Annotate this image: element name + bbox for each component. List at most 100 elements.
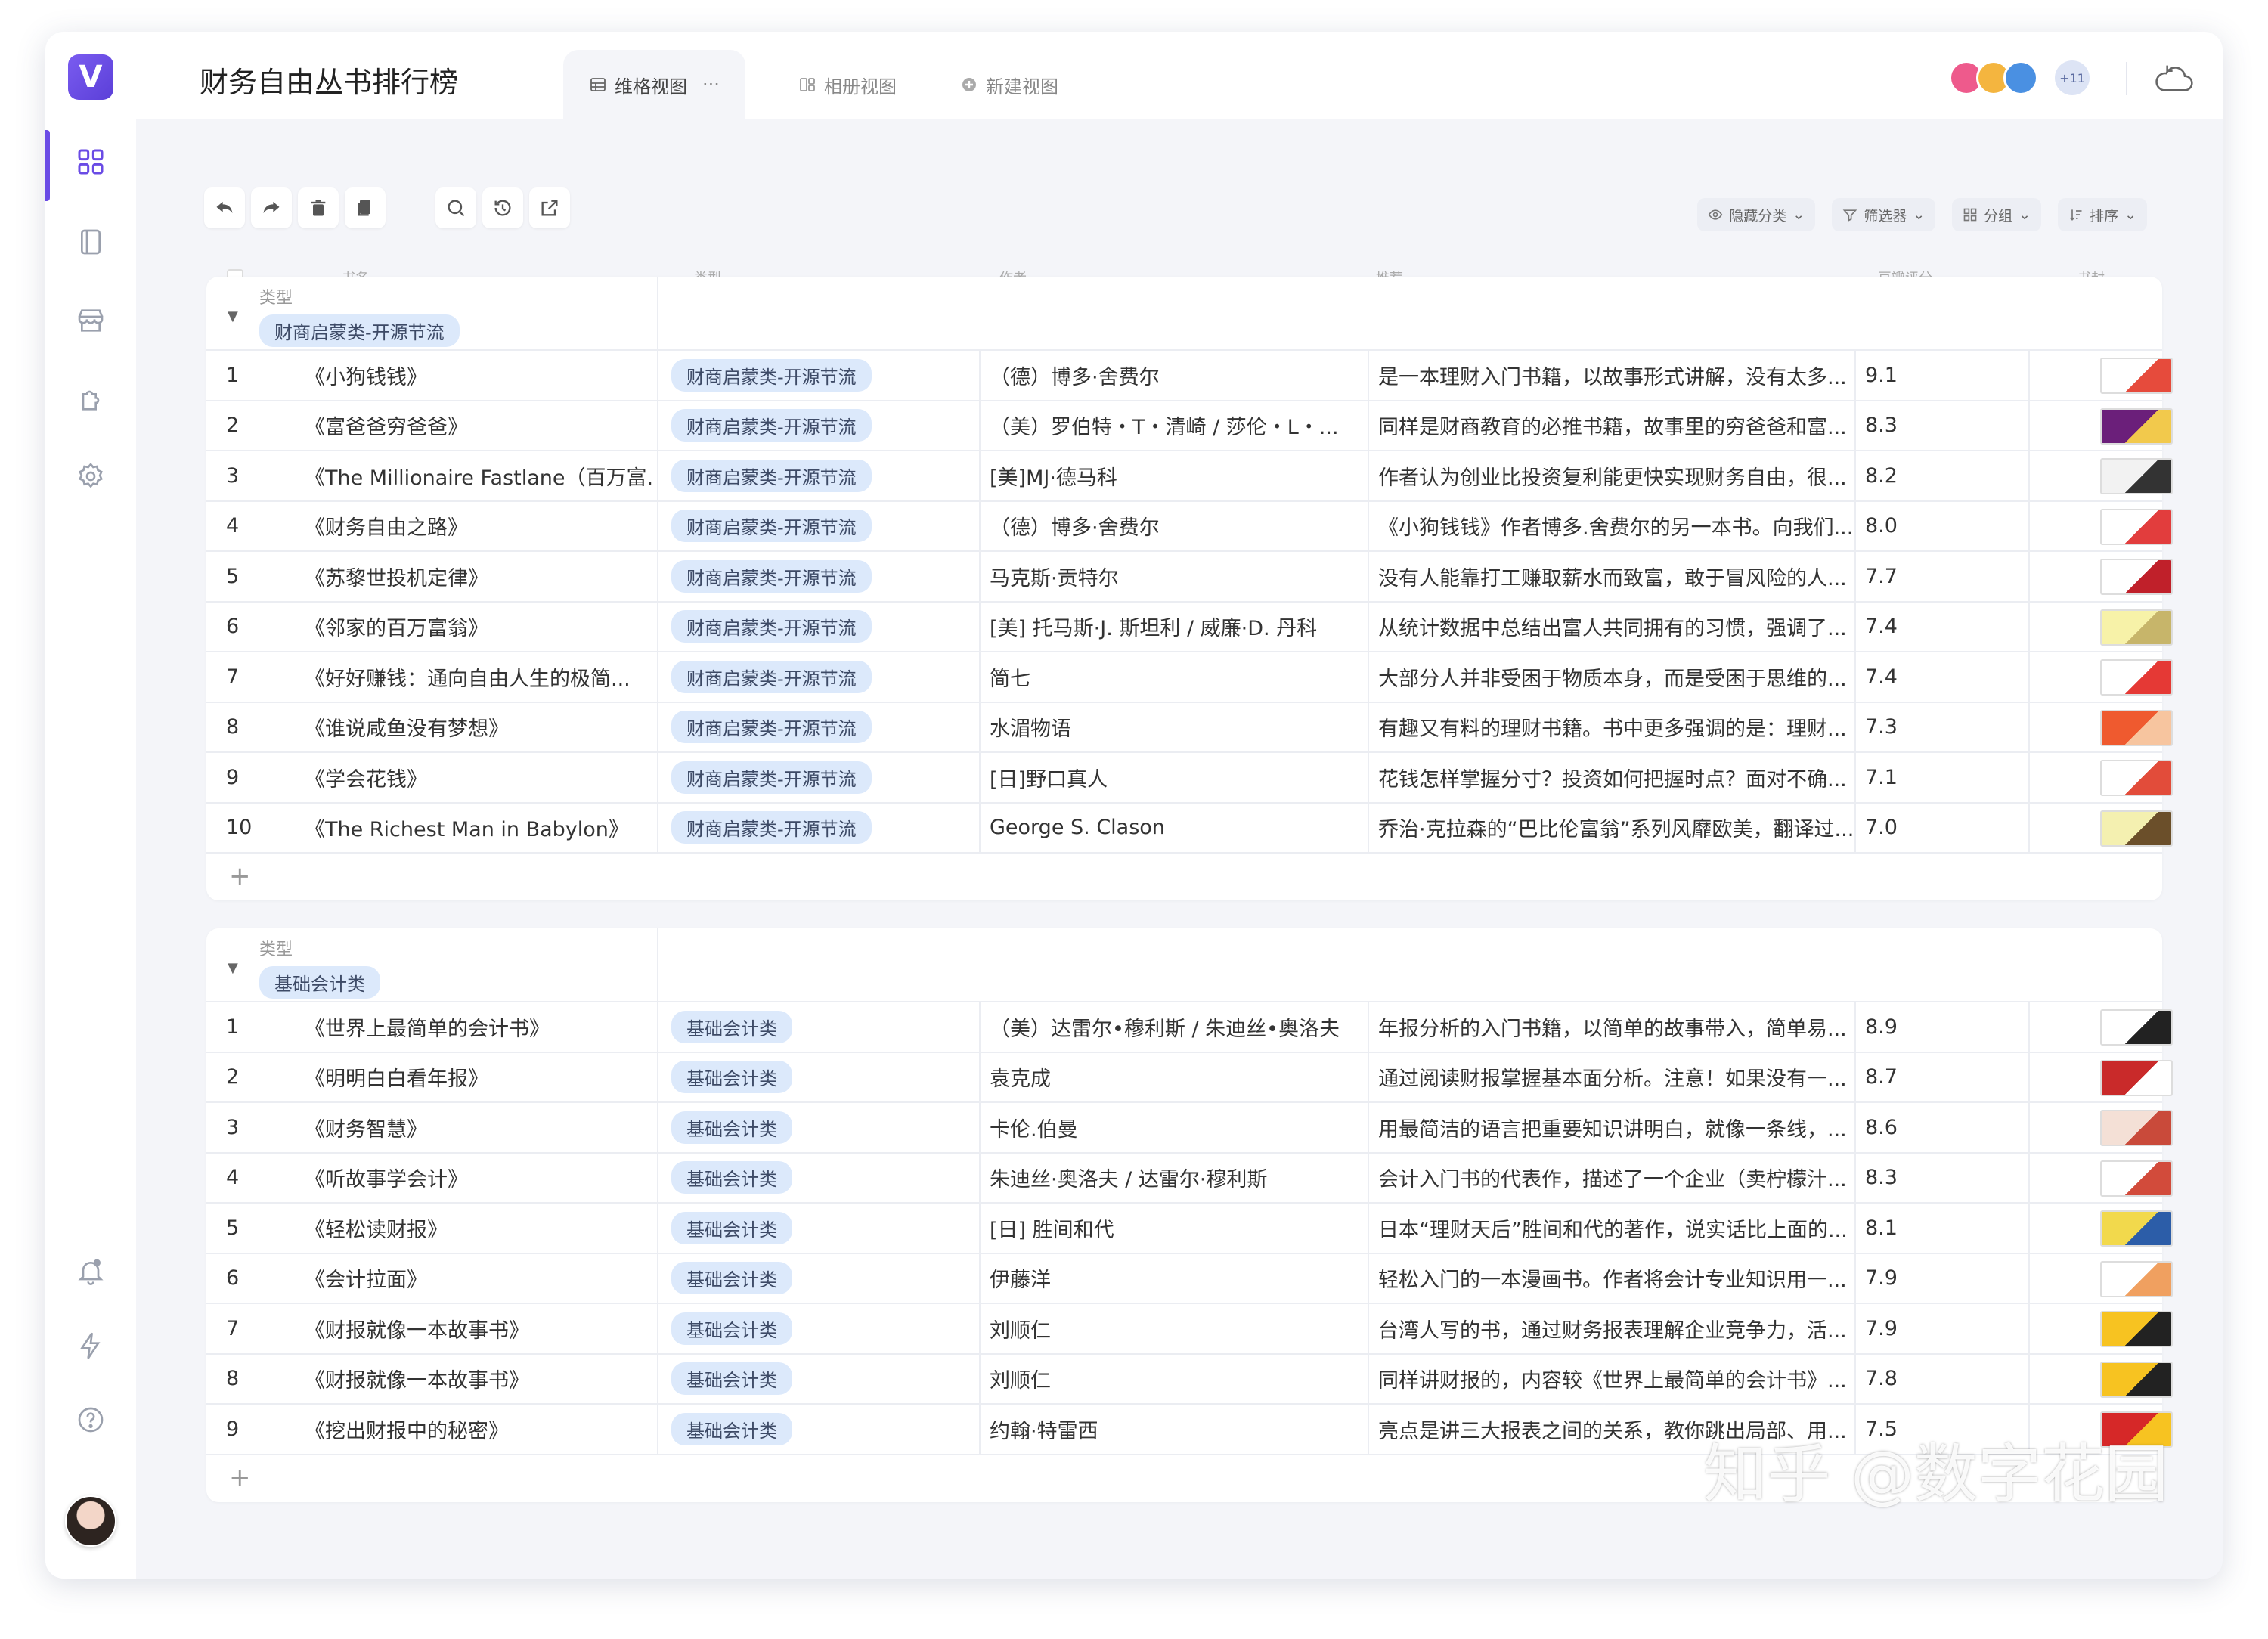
- app-logo[interactable]: V: [68, 54, 113, 100]
- type-cell[interactable]: 财商启蒙类-开源节流: [671, 753, 974, 802]
- type-cell[interactable]: 基础会计类: [671, 1355, 974, 1404]
- author-cell[interactable]: 马克斯·贡特尔: [990, 552, 1368, 601]
- author-cell[interactable]: George S. Clason: [990, 804, 1368, 853]
- store-icon[interactable]: [68, 298, 113, 343]
- book-name-cell[interactable]: 《财务智慧》: [305, 1103, 652, 1152]
- hide-fields-button[interactable]: 隐藏分类 ⌄: [1697, 198, 1816, 231]
- recommend-cell[interactable]: 是一本理财入门书籍，以故事形式讲解，没有太多...: [1378, 351, 1854, 400]
- book-name-cell[interactable]: 《会计拉面》: [305, 1254, 652, 1303]
- table-row[interactable]: 5 《轻松读财报》 基础会计类 [日] 胜间和代 日本“理财天后”胜间和代的著作，说实话…: [206, 1204, 2173, 1254]
- table-row[interactable]: 3 《The Millionaire Fastlane（百万富... 财商启蒙类-开…: [206, 451, 2173, 502]
- settings-icon[interactable]: [68, 454, 113, 499]
- table-row[interactable]: 7 《好好赚钱：通向自由人生的极简... 财商启蒙类-开源节流 简七 大部分人并非受困于…: [206, 652, 2173, 703]
- book-cover-thumbnail[interactable]: [2100, 709, 2173, 746]
- table-row[interactable]: 5 《苏黎世投机定律》 财商启蒙类-开源节流 马克斯·贡特尔 没有人能靠打工赚取薪水而致…: [206, 552, 2173, 603]
- author-cell[interactable]: 刘顺仁: [990, 1355, 1368, 1404]
- score-cell[interactable]: 8.3: [1865, 401, 2016, 451]
- redo-button[interactable]: [251, 187, 292, 228]
- type-cell[interactable]: 财商启蒙类-开源节流: [671, 603, 974, 652]
- score-cell[interactable]: 7.4: [1865, 603, 2016, 652]
- type-cell[interactable]: 基础会计类: [671, 1405, 974, 1454]
- type-cell[interactable]: 基础会计类: [671, 1254, 974, 1303]
- score-cell[interactable]: 8.1: [1865, 1204, 2016, 1253]
- score-cell[interactable]: 8.6: [1865, 1103, 2016, 1152]
- book-name-cell[interactable]: 《苏黎世投机定律》: [305, 552, 652, 601]
- author-cell[interactable]: 约翰·特雷西: [990, 1405, 1368, 1454]
- author-cell[interactable]: （德）博多·舍费尔: [990, 351, 1368, 400]
- score-cell[interactable]: 8.7: [1865, 1053, 2016, 1102]
- recommend-cell[interactable]: 用最简洁的语言把重要知识讲明白，就像一条线，...: [1378, 1103, 1854, 1152]
- recommend-cell[interactable]: 作者认为创业比投资复利能更快实现财务自由，很...: [1378, 451, 1854, 500]
- recommend-cell[interactable]: 乔治·克拉森的“巴比伦富翁”系列风靡欧美，翻译过...: [1378, 804, 1854, 853]
- table-row[interactable]: 7 《财报就像一本故事书》 基础会计类 刘顺仁 台湾人写的书，通过财务报表理解企业竞争力…: [206, 1304, 2173, 1355]
- collapse-caret-icon[interactable]: ▼: [228, 960, 238, 976]
- group-button[interactable]: 分组 ⌄: [1952, 198, 2042, 231]
- book-cover-thumbnail[interactable]: [2100, 1210, 2173, 1247]
- tab-new-view[interactable]: 新建视图: [960, 50, 1058, 119]
- recommend-cell[interactable]: 《小狗钱钱》作者博多.舍费尔的另一本书。向我们...: [1378, 502, 1854, 551]
- book-name-cell[interactable]: 《挖出财报中的秘密》: [305, 1405, 652, 1454]
- book-cover-thumbnail[interactable]: [2100, 358, 2173, 394]
- table-row[interactable]: 2 《富爸爸穷爸爸》 财商启蒙类-开源节流 （美）罗伯特・T・清崎 / 莎伦・L・..…: [206, 401, 2173, 451]
- type-cell[interactable]: 基础会计类: [671, 1002, 974, 1052]
- score-cell[interactable]: 8.0: [1865, 502, 2016, 551]
- score-cell[interactable]: 7.0: [1865, 804, 2016, 853]
- tab-gallery-view[interactable]: 相册视图: [798, 50, 897, 119]
- book-cover-thumbnail[interactable]: [2100, 1059, 2173, 1096]
- table-row[interactable]: 9 《学会花钱》 财商启蒙类-开源节流 [日]野口真人 花钱怎样掌握分寸？投资如何把握时…: [206, 753, 2173, 804]
- score-cell[interactable]: 8.9: [1865, 1002, 2016, 1052]
- filter-button[interactable]: 筛选器 ⌄: [1832, 198, 1936, 231]
- delete-button[interactable]: [298, 187, 339, 228]
- table-row[interactable]: 4 《财务自由之路》 财商启蒙类-开源节流 （德）博多·舍费尔 《小狗钱钱》作者博多.舍…: [206, 501, 2173, 552]
- recommend-cell[interactable]: 日本“理财天后”胜间和代的著作，说实话比上面的...: [1378, 1204, 1854, 1253]
- type-cell[interactable]: 财商启蒙类-开源节流: [671, 502, 974, 551]
- recommend-cell[interactable]: 大部分人并非受困于物质本身，而是受困于思维的...: [1378, 652, 1854, 702]
- recommend-cell[interactable]: 轻松入门的一本漫画书。作者将会计专业知识用一...: [1378, 1254, 1854, 1303]
- search-button[interactable]: [435, 187, 476, 228]
- author-cell[interactable]: [美] 托马斯·J. 斯坦利 / 威廉·D. 丹科: [990, 603, 1368, 652]
- author-cell[interactable]: [美]MJ·德马科: [990, 451, 1368, 500]
- book-cover-thumbnail[interactable]: [2100, 810, 2173, 847]
- book-name-cell[interactable]: 《世界上最简单的会计书》: [305, 1002, 652, 1052]
- table-row[interactable]: 8 《财报就像一本故事书》 基础会计类 刘顺仁 同样讲财报的，内容较《世界上最简单的会计…: [206, 1354, 2173, 1405]
- book-cover-thumbnail[interactable]: [2100, 1110, 2173, 1146]
- score-cell[interactable]: 9.1: [1865, 351, 2016, 400]
- author-cell[interactable]: 伊藤洋: [990, 1254, 1368, 1303]
- type-cell[interactable]: 财商启蒙类-开源节流: [671, 552, 974, 601]
- table-row[interactable]: 1 《世界上最简单的会计书》 基础会计类 （美）达雷尔•穆利斯 / 朱迪丝•奥洛夫 年报…: [206, 1002, 2173, 1053]
- book-name-cell[interactable]: 《小狗钱钱》: [305, 351, 652, 400]
- recommend-cell[interactable]: 通过阅读财报掌握基本面分析。注意！如果没有一...: [1378, 1053, 1854, 1102]
- book-name-cell[interactable]: 《富爸爸穷爸爸》: [305, 401, 652, 451]
- type-cell[interactable]: 基础会计类: [671, 1304, 974, 1353]
- score-cell[interactable]: 8.3: [1865, 1154, 2016, 1203]
- help-icon[interactable]: [68, 1397, 113, 1442]
- type-cell[interactable]: 基础会计类: [671, 1053, 974, 1102]
- share-button[interactable]: [529, 187, 570, 228]
- recommend-cell[interactable]: 台湾人写的书，通过财务报表理解企业竞争力，活...: [1378, 1304, 1854, 1353]
- type-cell[interactable]: 财商启蒙类-开源节流: [671, 451, 974, 500]
- more-collaborators-badge[interactable]: +11: [2055, 60, 2090, 95]
- recommend-cell[interactable]: 会计入门书的代表作，描述了一个企业（卖柠檬汁...: [1378, 1154, 1854, 1203]
- sheet-title[interactable]: 财务自由丛书排行榜: [200, 59, 458, 101]
- book-cover-thumbnail[interactable]: [2100, 559, 2173, 595]
- table-row[interactable]: 4 《听故事学会计》 基础会计类 朱迪丝·奥洛夫 / 达雷尔·穆利斯 会计入门书的代表作…: [206, 1153, 2173, 1204]
- author-cell[interactable]: 卡伦.伯曼: [990, 1103, 1368, 1152]
- book-cover-thumbnail[interactable]: [2100, 1260, 2173, 1297]
- book-name-cell[interactable]: 《听故事学会计》: [305, 1154, 652, 1203]
- type-cell[interactable]: 基础会计类: [671, 1154, 974, 1203]
- book-cover-thumbnail[interactable]: [2100, 508, 2173, 545]
- author-cell[interactable]: （美）罗伯特・T・清崎 / 莎伦・L・...: [990, 401, 1368, 451]
- undo-button[interactable]: [204, 187, 245, 228]
- book-cover-thumbnail[interactable]: [2100, 659, 2173, 696]
- book-name-cell[interactable]: 《谁说咸鱼没有梦想》: [305, 703, 652, 752]
- book-name-cell[interactable]: 《明明白白看年报》: [305, 1053, 652, 1102]
- history-button[interactable]: [482, 187, 523, 228]
- type-cell[interactable]: 财商启蒙类-开源节流: [671, 652, 974, 702]
- score-cell[interactable]: 7.8: [1865, 1355, 2016, 1404]
- author-cell[interactable]: 简七: [990, 652, 1368, 702]
- collaborator-avatar[interactable]: [2003, 60, 2038, 95]
- recommend-cell[interactable]: 从统计数据中总结出富人共同拥有的习惯，强调了...: [1378, 603, 1854, 652]
- recommend-cell[interactable]: 没有人能靠打工赚取薪水而致富，敢于冒风险的人...: [1378, 552, 1854, 601]
- author-cell[interactable]: （美）达雷尔•穆利斯 / 朱迪丝•奥洛夫: [990, 1002, 1368, 1052]
- notebook-icon[interactable]: [68, 219, 113, 265]
